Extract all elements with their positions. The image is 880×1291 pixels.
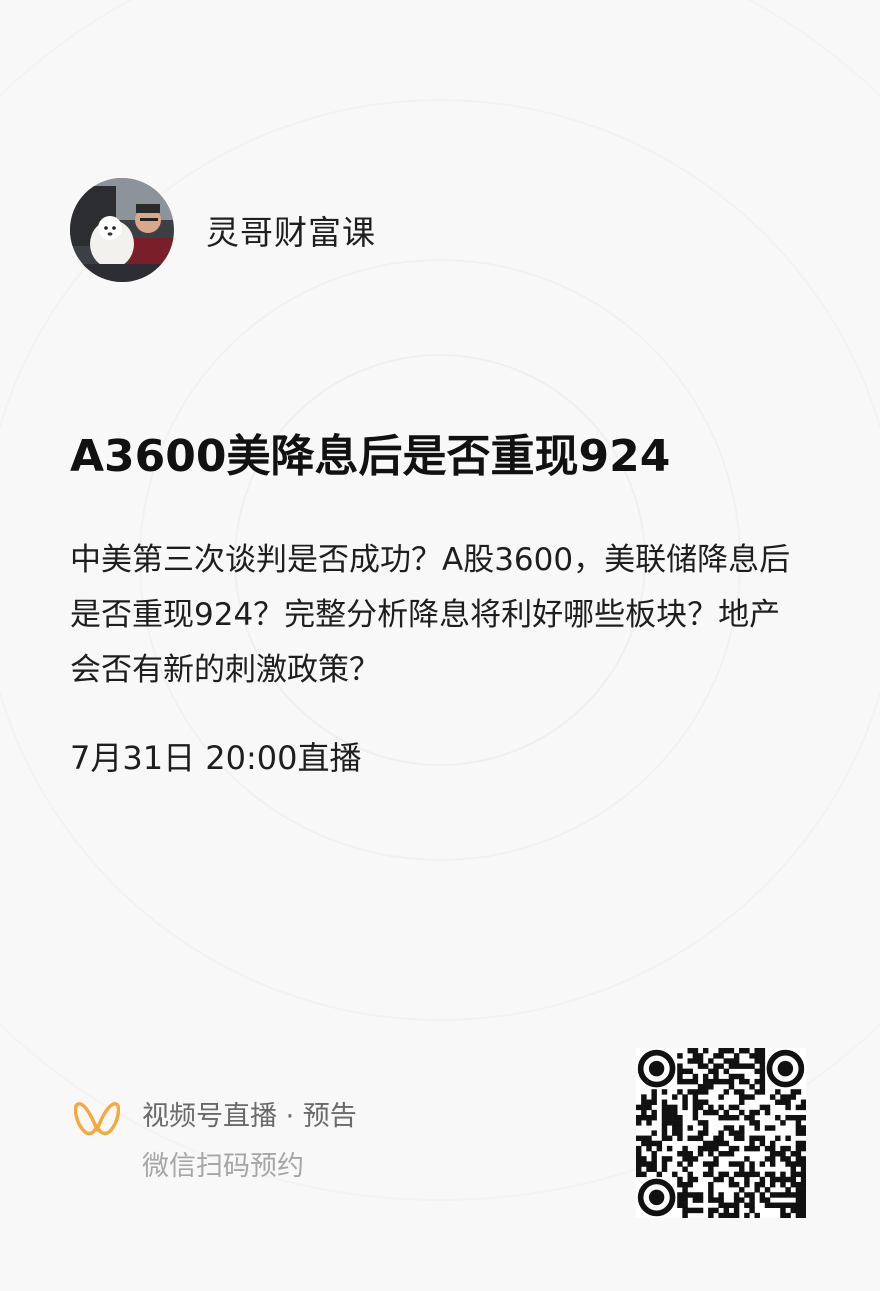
live-title: A3600美降息后是否重现924 (70, 431, 671, 482)
live-description: 中美第三次谈判是否成功？A股3600，美联储降息后是否重现924？完整分析降息将… (70, 542, 791, 688)
qr-code[interactable] (636, 1048, 806, 1218)
live-schedule: 7月31日 20:00直播 (70, 739, 362, 777)
avatar[interactable] (70, 178, 174, 282)
qr-finder-marker (637, 1178, 676, 1217)
account-name[interactable]: 灵哥财富课 (206, 206, 376, 254)
live-preview-card: 灵哥财富课 A3600美降息后是否重现924 中美第三次谈判是否成功？A股360… (0, 0, 880, 1291)
brand-text: 视频号直播 · 预告 微信扫码预约 (142, 1092, 357, 1192)
channels-butterfly-icon (73, 1096, 121, 1140)
qr-finder-marker (637, 1049, 676, 1088)
channel-label: 视频号直播 · 预告 (142, 1101, 357, 1132)
account-header[interactable]: 灵哥财富课 (70, 178, 376, 282)
footer-brand: 视频号直播 · 预告 微信扫码预约 (73, 1092, 357, 1192)
scan-hint: 微信扫码预约 (142, 1151, 304, 1182)
qr-finder-marker (766, 1049, 805, 1088)
